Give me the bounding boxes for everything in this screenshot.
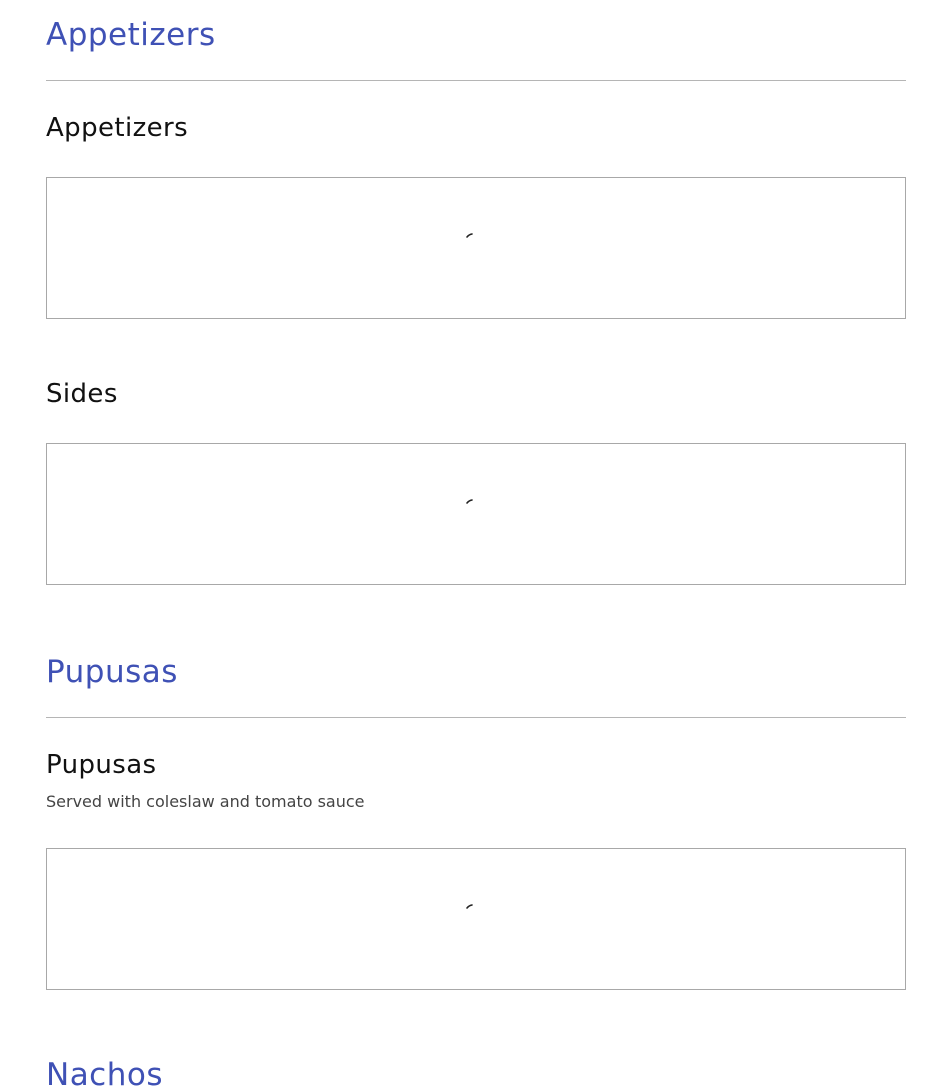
loading-spinner-icon — [466, 499, 473, 504]
category-title-nachos: Nachos — [46, 1057, 163, 1091]
loading-spinner-icon — [466, 904, 473, 909]
subsection-title-sides: Sides — [46, 379, 118, 409]
loading-spinner-icon — [466, 233, 473, 238]
menu-items-container-pupusas — [46, 848, 906, 990]
category-title-appetizers: Appetizers — [46, 17, 216, 53]
subsection-title-appetizers: Appetizers — [46, 113, 189, 143]
menu-items-container-appetizers — [46, 177, 906, 319]
menu-items-container-sides — [46, 443, 906, 585]
category-divider — [46, 717, 906, 718]
subsection-description-pupusas: Served with coleslaw and tomato sauce — [46, 792, 365, 811]
category-divider — [46, 80, 906, 81]
subsection-title-pupusas: Pupusas — [46, 750, 157, 780]
menu-page: Appetizers Appetizers Sides Pupusas Pupu… — [0, 0, 951, 1091]
category-title-pupusas: Pupusas — [46, 654, 178, 690]
